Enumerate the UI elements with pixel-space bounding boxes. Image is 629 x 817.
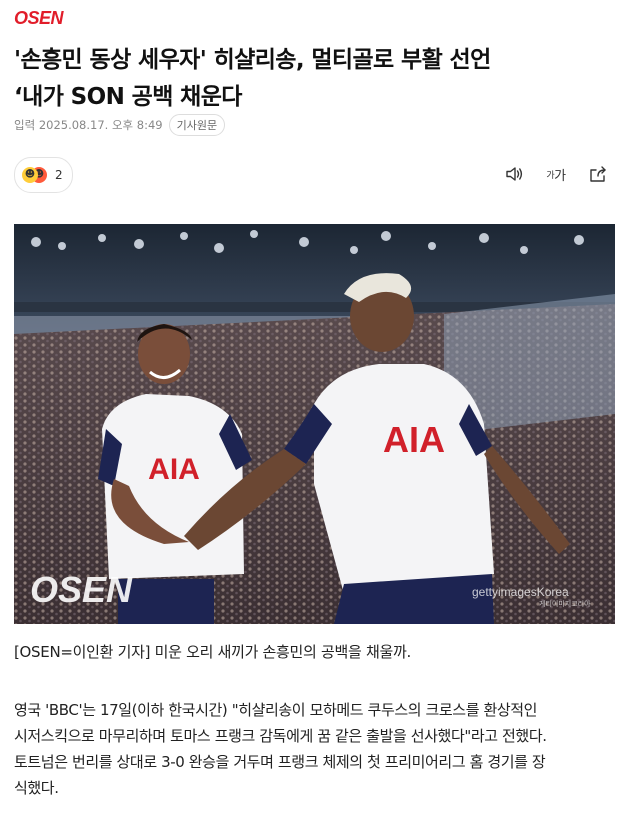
share-icon[interactable] [587, 163, 609, 185]
article-meta: 입력 2025.08.17. 오후 8:49 기사원문 [14, 114, 226, 136]
body-line-4: 식했다. [14, 779, 59, 797]
sponsor-right: AIA [383, 419, 445, 460]
reaction-button[interactable]: ☻ ☻ 2 [14, 157, 73, 193]
body-line-3: 토트넘은 번리를 상대로 3-0 완승을 거두며 프랭크 체제의 첫 프리미어리… [14, 753, 546, 771]
font-small-label: 가 [546, 170, 555, 181]
article-photo: AIA AIA OSEN gettyimagesKorea 게티이미지코리아 [14, 224, 615, 624]
article-headline: '손흥민 동상 세우자' 히샬리송, 멀티골로 부활 선언 ‘내가 SON 공백… [14, 42, 614, 116]
font-size-button[interactable]: 가가 [545, 163, 567, 185]
photo-watermark: OSEN [30, 569, 133, 610]
reaction-count: 2 [55, 168, 63, 182]
article-body: 영국 'BBC'는 17일(이하 한국시간) "히샬리송이 모하메드 쿠두스의 … [14, 697, 614, 801]
laugh-emoji-icon: ☻ [22, 167, 38, 183]
photo-credit: gettyimagesKorea [472, 585, 569, 599]
article-tools: 가가 [503, 163, 609, 185]
sponsor-left: AIA [148, 453, 200, 486]
body-line-2: 시저스킥으로 마무리하며 토마스 프랭크 감독에게 꿈 같은 출발을 선사했다"… [14, 727, 547, 745]
source-article-button[interactable]: 기사원문 [168, 114, 226, 136]
headline-line-1: '손흥민 동상 세우자' 히샬리송, 멀티골로 부활 선언 [14, 47, 491, 73]
photo-caption: [OSEN=이인환 기자] 미운 오리 새끼가 손흥민의 공백을 채울까. [14, 643, 411, 661]
article-page: OSEN '손흥민 동상 세우자' 히샬리송, 멀티골로 부활 선언 ‘내가 S… [0, 0, 629, 817]
reaction-emojis: ☻ ☻ [22, 165, 50, 185]
headline-line-2: ‘내가 SON 공백 채운다 [14, 84, 242, 110]
published-date: 입력 2025.08.17. 오후 8:49 [14, 118, 163, 132]
photo-credit-sub: 게티이미지코리아 [539, 599, 591, 608]
speaker-icon[interactable] [503, 163, 525, 185]
font-large-label: 가 [554, 168, 566, 184]
body-line-1: 영국 'BBC'는 17일(이하 한국시간) "히샬리송이 모하메드 쿠두스의 … [14, 701, 538, 719]
site-logo[interactable]: OSEN [14, 8, 64, 29]
